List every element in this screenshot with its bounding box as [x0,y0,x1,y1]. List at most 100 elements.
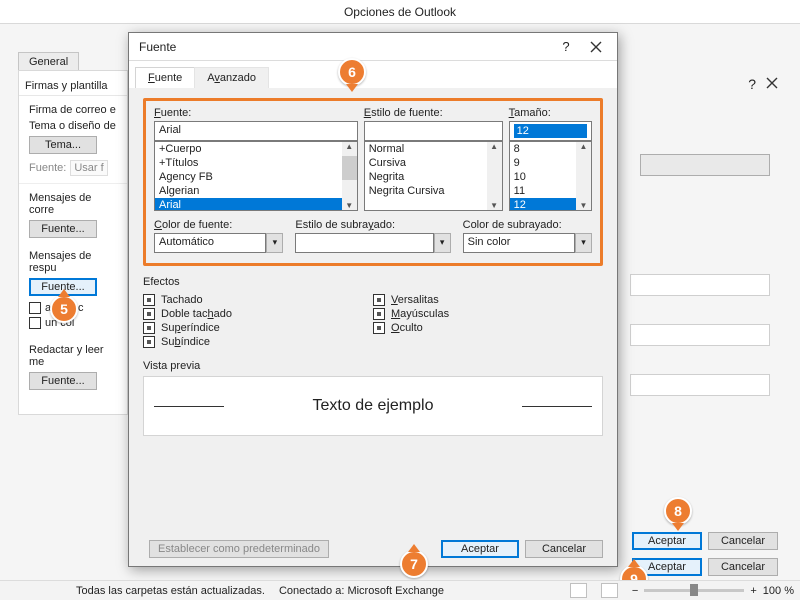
font-label: Fuente: [154,107,358,119]
ok-button[interactable]: Aceptar [632,532,702,550]
status-connection: Conectado a: Microsoft Exchange [279,585,444,597]
zoom-out-icon[interactable]: − [632,585,638,597]
font-color-value: Automático [154,233,266,253]
callout-5: 5 [50,295,78,323]
style-listbox[interactable]: Normal Cursiva Negrita Negrita Cursiva ▲… [364,141,503,211]
font-dropdown-disabled: Usar f [70,160,107,176]
status-folders: Todas las carpetas están actualizadas. [76,585,265,597]
checkbox-color[interactable] [29,317,41,329]
effects-area: Tachado Doble tachado Superíndice Subínd… [143,292,603,350]
tab-advanced[interactable]: Avanzado [194,67,269,88]
font-color-combo[interactable]: Automático ▾ [154,233,283,253]
underline-color-value: Sin color [463,233,575,253]
underline-style-value [295,233,433,253]
set-default-button[interactable]: Establecer como predeterminado [149,540,329,558]
checkbox-strike[interactable]: Tachado [143,294,373,306]
size-label: Tamaño: [509,107,592,119]
list-item[interactable]: Arial [155,198,357,211]
size-listbox[interactable]: 8 9 10 11 12 ▲▼ [509,141,592,211]
style-input[interactable] [364,121,503,141]
callout-7: 7 [400,550,428,578]
right-dropdown[interactable] [640,154,770,176]
cancel-button[interactable]: Cancelar [708,532,778,550]
list-item[interactable]: Agency FB [155,170,357,184]
ghost-field-3 [630,374,770,396]
font-label: Fuente: [29,162,66,174]
checkbox-mark-my[interactable] [29,302,41,314]
signatures-dialog-buttons: Aceptar Cancelar [632,532,778,550]
theme-button[interactable]: Tema... [29,136,97,154]
options-dialog-buttons: Aceptar Cancelar [632,558,778,576]
group-compose-title: Mensajes de corre [29,192,119,216]
checkbox-smallcaps[interactable]: Versalitas [373,294,603,306]
scrollbar[interactable]: ▲▼ [487,142,502,210]
underline-style-combo[interactable]: ▾ [295,233,450,253]
list-item[interactable]: +Títulos [155,156,357,170]
group-plaintext: Redactar y leer me Fuente... [19,336,127,394]
list-item[interactable]: Negrita Cursiva [365,184,502,198]
group-signature: Firma de correo e Tema o diseño de Tema.… [19,96,127,184]
plaintext-font-button[interactable]: Fuente... [29,372,97,390]
font-dialog: Fuente ? Fuente Avanzado Fuente: Arial +… [128,32,618,567]
underline-color-combo[interactable]: Sin color ▾ [463,233,592,253]
zoom-control[interactable]: − + 100 % [632,585,794,597]
scrollbar[interactable]: ▲▼ [576,142,591,210]
callout-8: 8 [664,497,692,525]
preview-title: Vista previa [143,360,603,372]
group-reply-title: Mensajes de respu [29,250,119,274]
checkbox-superscript[interactable]: Superíndice [143,322,373,334]
font-dialog-title: Fuente [139,40,551,54]
signatures-header: Firmas y plantilla [19,77,127,96]
preview-box: Texto de ejemplo [143,376,603,436]
checkbox-hidden[interactable]: Oculto [373,322,603,334]
tab-font[interactable]: Fuente [135,67,195,88]
list-item[interactable]: Negrita [365,170,502,184]
style-label: Estilo de fuente: [364,107,503,119]
checkbox-subscript[interactable]: Subíndice [143,336,373,348]
signatures-panel: Firmas y plantilla Firma de correo e Tem… [18,70,128,415]
group-compose: Mensajes de corre Fuente... [19,184,127,242]
help-icon[interactable]: ? [748,76,756,92]
list-item[interactable]: Cursiva [365,156,502,170]
font-selection-area: Fuente: Arial +Cuerpo +Títulos Agency FB… [143,98,603,266]
font-color-label: Color de fuente: [154,219,283,231]
tab-general[interactable]: General [18,52,79,72]
list-item[interactable]: Algerian [155,184,357,198]
chevron-down-icon[interactable]: ▾ [266,233,283,253]
zoom-value: 100 % [763,585,794,597]
close-icon[interactable] [581,36,611,58]
checkbox-double-strike[interactable]: Doble tachado [143,308,373,320]
checkbox-allcaps[interactable]: Mayúsculas [373,308,603,320]
effects-title: Efectos [143,276,603,288]
scrollbar[interactable]: ▲▼ [342,142,357,210]
ghost-field-2 [630,324,770,346]
zoom-slider[interactable] [644,589,744,592]
close-icon[interactable] [766,76,778,92]
list-item[interactable]: +Cuerpo [155,142,357,156]
cancel-button[interactable]: Cancelar [525,540,603,558]
font-input[interactable]: Arial [154,121,358,141]
ok-button[interactable]: Aceptar [441,540,519,558]
font-listbox[interactable]: +Cuerpo +Títulos Agency FB Algerian Aria… [154,141,358,211]
theme-label: Tema o diseño de [29,120,119,132]
underline-color-label: Color de subrayado: [463,219,592,231]
bg-window-help-close: ? [748,76,778,92]
ghost-field-1 [630,274,770,296]
status-bar: Todas las carpetas están actualizadas. C… [0,580,800,600]
size-input[interactable]: 12 [509,121,592,141]
group-plaintext-title: Redactar y leer me [29,344,119,368]
view-reading-icon[interactable] [601,583,618,598]
list-item[interactable]: Normal [365,142,502,156]
chevron-down-icon[interactable]: ▾ [575,233,592,253]
underline-style-label: Estilo de subrayado: [295,219,450,231]
zoom-in-icon[interactable]: + [750,585,756,597]
help-icon[interactable]: ? [551,36,581,58]
outlook-options-title: Opciones de Outlook [0,0,800,24]
chevron-down-icon[interactable]: ▾ [434,233,451,253]
callout-6: 6 [338,58,366,86]
group-reply: Mensajes de respu Fuente... ar mis c un … [19,242,127,336]
view-normal-icon[interactable] [570,583,587,598]
cancel-button[interactable]: Cancelar [708,558,778,576]
compose-font-button[interactable]: Fuente... [29,220,97,238]
font-dialog-titlebar: Fuente ? [129,33,617,61]
